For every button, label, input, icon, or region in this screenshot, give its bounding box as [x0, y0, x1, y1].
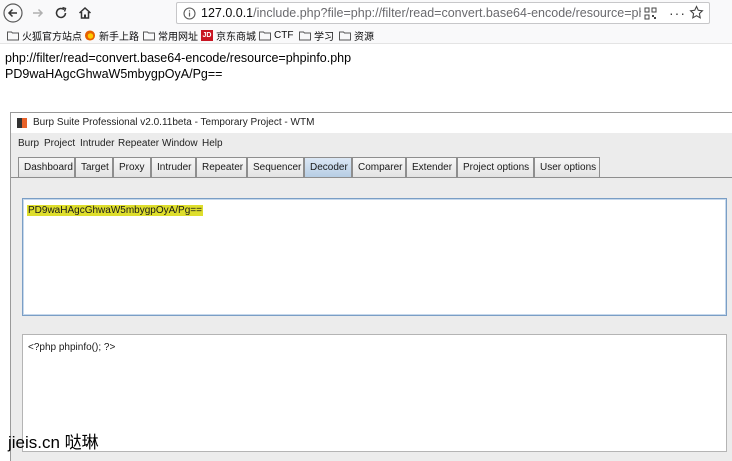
bookmark-ctf[interactable]: CTF: [259, 28, 293, 42]
info-icon[interactable]: [183, 7, 196, 20]
bookmark-label: 火狐官方站点: [22, 31, 82, 43]
bookmark-firefox-official[interactable]: 火狐官方站点: [7, 28, 82, 43]
reload-icon: [55, 6, 67, 19]
jd-icon: JD: [201, 29, 213, 41]
decoder-input-area[interactable]: PD9waHAgcGhwaW5mbygpOyA/Pg==: [22, 198, 727, 316]
burp-title-bar: Burp Suite Professional v2.0.11beta - Te…: [11, 113, 732, 133]
reload-button[interactable]: [50, 2, 72, 24]
tab-project-options[interactable]: Project options: [457, 157, 534, 177]
bookmark-jd-mall[interactable]: JD 京东商城: [201, 28, 256, 43]
folder-icon: [339, 31, 351, 40]
tab-target[interactable]: Target: [75, 157, 113, 177]
folder-icon: [299, 31, 311, 40]
url-host: 127.0.0.1: [201, 6, 254, 20]
browser-toolbar: 127.0.0.1/include.php?file=php://filter/…: [0, 0, 732, 26]
bookmark-resources[interactable]: 资源: [339, 28, 374, 43]
decoder-output-area[interactable]: <?php phpinfo(); ?>: [22, 334, 727, 452]
menu-window[interactable]: Window: [162, 138, 198, 149]
tab-dashboard[interactable]: Dashboard: [18, 157, 75, 177]
menu-repeater[interactable]: Repeater: [118, 138, 159, 149]
bookmark-common-sites[interactable]: 常用网址: [143, 28, 198, 43]
forward-button[interactable]: [27, 2, 49, 24]
burp-window: Burp Suite Professional v2.0.11beta - Te…: [10, 112, 732, 461]
burp-window-title: Burp Suite Professional v2.0.11beta - Te…: [33, 117, 315, 128]
tab-comparer[interactable]: Comparer: [352, 157, 406, 177]
tab-proxy[interactable]: Proxy: [113, 157, 151, 177]
bookmarks-bar: 火狐官方站点 新手上路 常用网址 JD 京东商城 CTF 学习 资源: [0, 26, 732, 44]
tab-decoder[interactable]: Decoder: [304, 157, 352, 177]
burp-tab-strip: Dashboard Target Proxy Intruder Repeater…: [11, 156, 732, 177]
bookmark-label: 京东商城: [216, 31, 256, 43]
folder-icon: [7, 31, 19, 40]
menu-intruder[interactable]: Intruder: [80, 138, 114, 149]
forward-arrow-icon: [33, 8, 44, 18]
burp-menu-bar: Burp Project Intruder Repeater Window He…: [11, 133, 732, 153]
folder-icon: [143, 31, 155, 40]
home-icon: [78, 6, 92, 19]
decoder-input-text[interactable]: PD9waHAgcGhwaW5mbygpOyA/Pg==: [27, 205, 203, 216]
back-arrow-icon: [3, 3, 23, 23]
tab-extender[interactable]: Extender: [406, 157, 457, 177]
tab-user-options[interactable]: User options: [534, 157, 600, 177]
firefox-icon: [84, 29, 96, 41]
bookmark-label: 新手上路: [99, 31, 139, 43]
home-button[interactable]: [74, 2, 96, 24]
bookmark-label: 学习: [314, 31, 334, 43]
bookmark-label: CTF: [274, 29, 294, 41]
tab-intruder[interactable]: Intruder: [151, 157, 196, 177]
decoder-output-text[interactable]: <?php phpinfo(); ?>: [28, 342, 115, 353]
menu-burp[interactable]: Burp: [18, 138, 39, 149]
page-output-line-2: PD9waHAgcGhwaW5mbygpOyA/Pg==: [5, 67, 223, 81]
menu-project[interactable]: Project: [44, 138, 75, 149]
qr-code-icon[interactable]: [644, 7, 657, 20]
menu-help[interactable]: Help: [202, 138, 223, 149]
bookmark-label: 资源: [354, 31, 374, 43]
watermark: jieis.cn 哒琳: [8, 433, 99, 452]
bookmark-getting-started[interactable]: 新手上路: [84, 28, 139, 43]
back-button[interactable]: [2, 2, 24, 24]
tab-sequencer[interactable]: Sequencer: [247, 157, 304, 177]
burp-logo-icon: [17, 118, 27, 128]
tab-repeater[interactable]: Repeater: [196, 157, 247, 177]
page-actions-button[interactable]: ···: [669, 5, 686, 21]
page-output-line-1: php://filter/read=convert.base64-encode/…: [5, 51, 352, 65]
url-path: /include.php?file=php://filter/read=conv…: [253, 6, 641, 20]
star-icon[interactable]: [689, 5, 704, 20]
url-text[interactable]: 127.0.0.1/include.php?file=php://filter/…: [201, 6, 641, 20]
bookmark-study[interactable]: 学习: [299, 28, 334, 43]
folder-icon: [259, 31, 271, 40]
bookmark-label: 常用网址: [158, 31, 198, 43]
url-bar[interactable]: 127.0.0.1/include.php?file=php://filter/…: [176, 2, 710, 24]
